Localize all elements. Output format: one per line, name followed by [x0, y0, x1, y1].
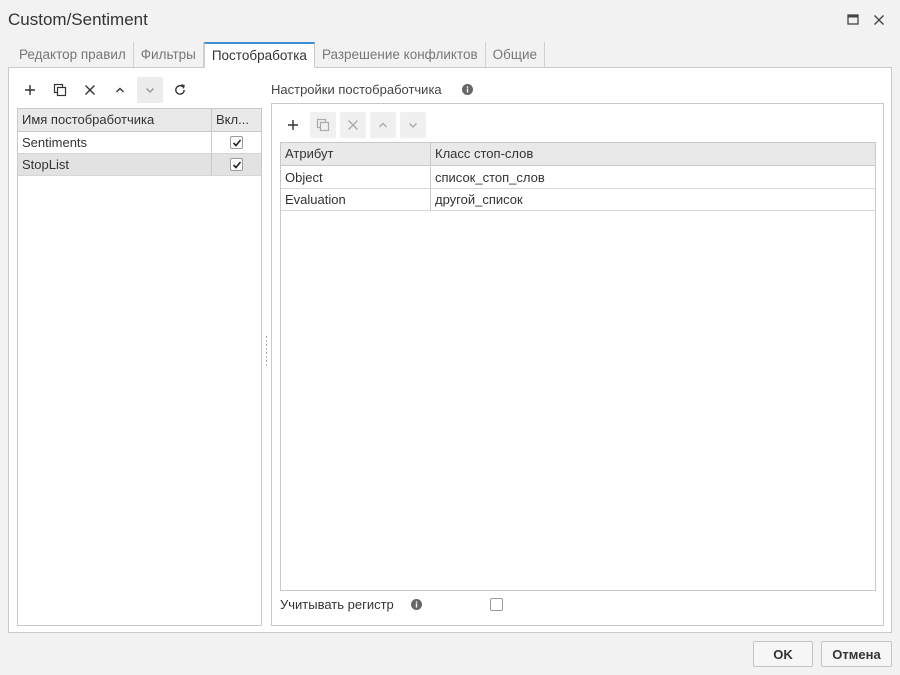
delete-icon [348, 120, 358, 130]
close-icon [874, 15, 884, 25]
stopword-class-cell[interactable]: другой_список [431, 189, 875, 210]
tab-general[interactable]: Общие [486, 42, 546, 68]
tab-bar: Редактор правил Фильтры Постобработка Ра… [12, 42, 546, 68]
move-attribute-down-button[interactable] [400, 112, 426, 138]
refresh-icon [175, 84, 185, 95]
column-header-attribute[interactable]: Атрибут [281, 143, 430, 165]
maximize-icon [847, 14, 859, 25]
copy-icon [316, 118, 330, 132]
copy-icon [53, 83, 67, 97]
ok-button[interactable]: OK [753, 641, 813, 667]
checkmark-icon [232, 139, 242, 147]
stopword-grid: Атрибут Класс стоп-слов Object список_ст… [280, 142, 876, 591]
title-bar: Custom/Sentiment [0, 0, 900, 42]
add-attribute-button[interactable] [280, 112, 306, 138]
delete-icon [85, 85, 95, 95]
table-row[interactable]: Evaluation другой_список [281, 189, 875, 211]
postprocessor-row[interactable]: Sentiments [18, 132, 261, 154]
chevron-up-icon [379, 122, 387, 128]
move-down-button[interactable] [137, 77, 163, 103]
stopword-class-cell[interactable]: список_стоп_слов [431, 167, 875, 188]
tab-postprocessing[interactable]: Постобработка [203, 42, 315, 68]
postprocessor-row[interactable]: StopList [18, 154, 261, 176]
delete-postprocessor-button[interactable] [77, 77, 103, 103]
settings-panel: Атрибут Класс стоп-слов Object список_ст… [271, 103, 884, 626]
case-sensitive-label: Учитывать регистр [280, 597, 394, 612]
chevron-up-icon [116, 87, 124, 93]
info-icon[interactable] [462, 84, 473, 95]
close-button[interactable] [871, 12, 887, 28]
postprocessor-enabled-checkbox[interactable] [230, 158, 243, 171]
maximize-button[interactable] [845, 12, 861, 28]
checkmark-icon [232, 161, 242, 169]
add-icon [25, 85, 35, 95]
delete-attribute-button[interactable] [340, 112, 366, 138]
refresh-button[interactable] [167, 77, 193, 103]
attribute-cell[interactable]: Object [281, 167, 430, 188]
copy-postprocessor-button[interactable] [47, 77, 73, 103]
panel-splitter[interactable] [265, 336, 268, 366]
chevron-down-icon [409, 123, 417, 128]
postprocessor-enabled-checkbox[interactable] [230, 136, 243, 149]
tab-rule-editor[interactable]: Редактор правил [12, 42, 134, 68]
postprocessor-list: Имя постобработчика Вкл... Sentiments St… [17, 108, 262, 626]
window-title: Custom/Sentiment [8, 10, 148, 29]
postprocessor-grid-header: Имя постобработчика Вкл... [18, 109, 261, 132]
table-row[interactable]: Object список_стоп_слов [281, 167, 875, 189]
tab-conflict-resolution[interactable]: Разрешение конфликтов [315, 42, 486, 68]
stopword-grid-header: Атрибут Класс стоп-слов [281, 143, 875, 166]
move-attribute-up-button[interactable] [370, 112, 396, 138]
tab-filters[interactable]: Фильтры [134, 42, 204, 68]
chevron-down-icon [146, 88, 154, 93]
info-icon[interactable] [411, 599, 422, 610]
case-sensitive-checkbox[interactable] [490, 598, 503, 611]
column-header-name[interactable]: Имя постобработчика [18, 109, 211, 131]
column-header-stopword-class[interactable]: Класс стоп-слов [431, 143, 875, 165]
settings-title: Настройки постобработчика [271, 82, 442, 97]
move-up-button[interactable] [107, 77, 133, 103]
copy-attribute-button[interactable] [310, 112, 336, 138]
add-icon [288, 120, 298, 130]
add-postprocessor-button[interactable] [17, 77, 43, 103]
column-header-enabled[interactable]: Вкл... [212, 109, 261, 131]
postprocessor-name: Sentiments [22, 135, 88, 150]
attribute-cell[interactable]: Evaluation [281, 189, 430, 210]
cancel-button[interactable]: Отмена [821, 641, 892, 667]
tab-content: Имя постобработчика Вкл... Sentiments St… [8, 67, 892, 633]
postprocessor-name: StopList [22, 157, 69, 172]
